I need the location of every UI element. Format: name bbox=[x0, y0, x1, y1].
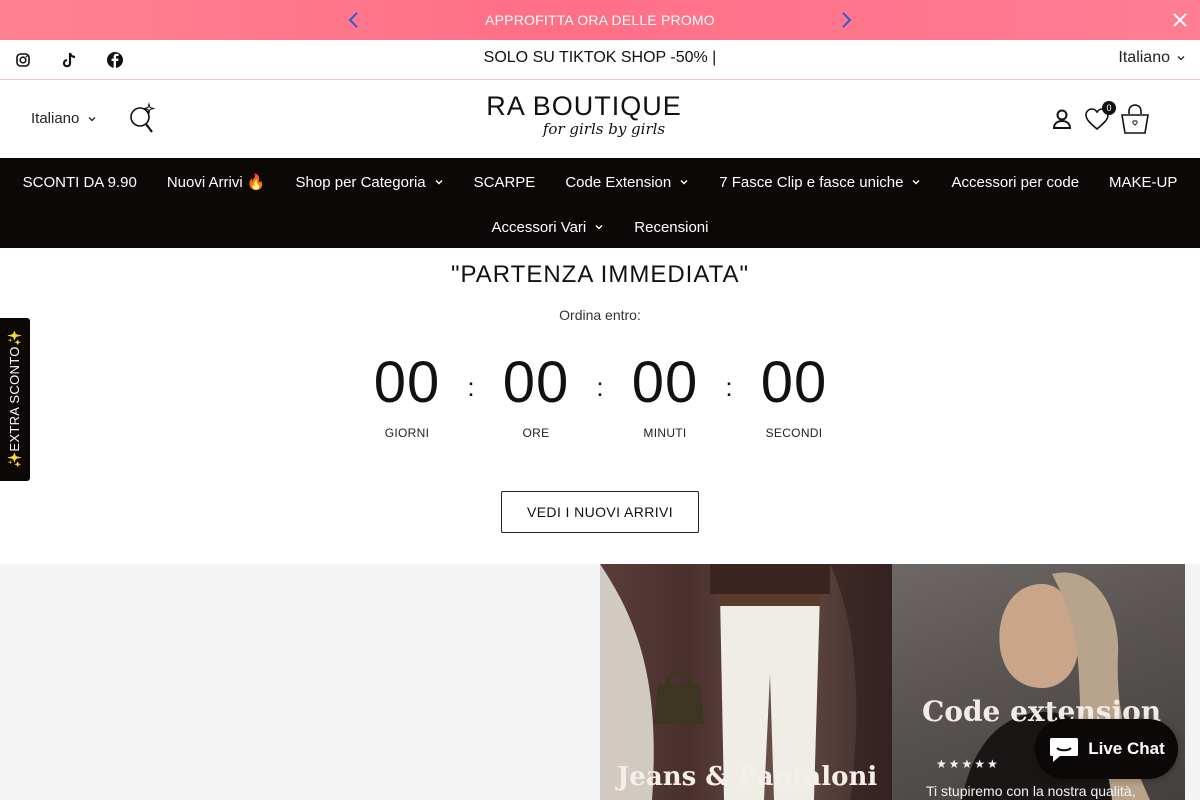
chevron-down-icon bbox=[595, 225, 603, 230]
nav-item-label: 7 Fasce Clip e fasce uniche bbox=[719, 173, 904, 191]
brand-logo[interactable]: RA BOUTIQUE for girls by girls bbox=[478, 92, 690, 148]
countdown-separator: : bbox=[467, 372, 475, 402]
nav-item-label: SCARPE bbox=[473, 173, 536, 191]
language-label: Italiano bbox=[31, 110, 80, 127]
nav-item-label: Shop per Categoria bbox=[295, 173, 426, 191]
countdown-days-value: 00 bbox=[373, 350, 441, 415]
wishlist-count-badge: 0 bbox=[1102, 101, 1116, 115]
chat-bubble-icon bbox=[1050, 738, 1079, 762]
announcement-bar: SOLO SU TIKTOK SHOP -50% | Italiano bbox=[0, 40, 1200, 80]
page-edge bbox=[1185, 564, 1200, 800]
language-label: Italiano bbox=[1118, 49, 1170, 66]
chevron-down-icon bbox=[435, 180, 443, 185]
nav-item-code-extension[interactable]: Code Extension bbox=[565, 174, 689, 191]
promo-prev-button[interactable] bbox=[344, 10, 364, 30]
tiktok-shop-announcement[interactable]: SOLO SU TIKTOK SHOP -50% | bbox=[0, 49, 1200, 67]
banner-placeholder bbox=[0, 564, 600, 800]
live-chat-button[interactable]: Live Chat bbox=[1035, 719, 1178, 779]
countdown-separator: : bbox=[725, 372, 733, 402]
nav-item-fasce-clip[interactable]: 7 Fasce Clip e fasce uniche bbox=[719, 174, 921, 191]
cart-button[interactable] bbox=[1119, 102, 1151, 136]
shopping-bag-icon bbox=[1121, 104, 1149, 134]
close-icon bbox=[1173, 13, 1187, 27]
nav-item-label: Nuovi Arrivi 🔥 bbox=[166, 174, 266, 191]
search-icon bbox=[130, 102, 156, 133]
countdown-days-label: GIORNI bbox=[384, 426, 430, 440]
nav-item-label: Recensioni bbox=[634, 218, 709, 236]
search-button[interactable] bbox=[128, 102, 158, 136]
logo-tagline: for girls by girls bbox=[542, 120, 666, 138]
countdown-subtitle: Ordina entro: bbox=[559, 307, 641, 323]
nav-item-label: Accessori Vari bbox=[491, 218, 587, 236]
chevron-down-icon bbox=[88, 116, 96, 121]
chevron-down-icon bbox=[912, 180, 920, 185]
chevron-down-icon bbox=[680, 180, 688, 185]
countdown-separator: : bbox=[596, 372, 604, 402]
promo-next-button[interactable] bbox=[836, 10, 856, 30]
chevron-down-icon bbox=[1177, 56, 1185, 61]
extra-discount-label: ✨EXTRA SCONTO✨ bbox=[7, 329, 22, 469]
rating-stars: ★★★★★ bbox=[936, 757, 1000, 771]
countdown-seconds-value: 00 bbox=[760, 350, 828, 415]
nav-item-accessori-vari[interactable]: Accessori Vari bbox=[492, 219, 605, 236]
countdown-minutes-value: 00 bbox=[631, 350, 699, 415]
countdown-minutes-label: MINUTI bbox=[643, 426, 687, 440]
view-new-arrivals-button[interactable]: VEDI I NUOVI ARRIVI bbox=[501, 491, 699, 533]
nav-item-label: Code Extension bbox=[565, 173, 672, 191]
nav-item-shop-per-categoria[interactable]: Shop per Categoria bbox=[296, 174, 444, 191]
countdown-hours-value: 00 bbox=[502, 350, 570, 415]
logo-wordmark: RA BOUTIQUE bbox=[486, 91, 682, 121]
chevron-left-icon bbox=[348, 12, 358, 28]
countdown-seconds-label: SECONDI bbox=[765, 426, 823, 440]
nav-item-make-up[interactable]: MAKE-UP bbox=[1109, 174, 1177, 191]
jeans-banner[interactable]: Jeans & Pantaloni bbox=[600, 564, 892, 800]
account-button[interactable] bbox=[1050, 107, 1074, 131]
live-chat-label: Live Chat bbox=[1088, 739, 1165, 758]
promo-text[interactable]: APPROFITTA ORA DELLE PROMO bbox=[485, 12, 715, 28]
promo-close-button[interactable] bbox=[1170, 10, 1190, 30]
nav-row-primary: SCONTI DA 9.90 Nuovi Arrivi 🔥 Shop per C… bbox=[0, 170, 1200, 194]
nav-item-label: Accessori per code bbox=[951, 173, 1080, 191]
jeans-banner-title: Jeans & Pantaloni bbox=[617, 762, 878, 792]
site-header: Italiano RA BOUTIQUE for girls by girls … bbox=[0, 80, 1200, 158]
promo-bar: APPROFITTA ORA DELLE PROMO bbox=[0, 0, 1200, 40]
user-icon bbox=[1052, 109, 1072, 129]
countdown-title: "PARTENZA IMMEDIATA" bbox=[451, 261, 749, 288]
code-extension-banner-description: Ti stupiremo con la nostra qualità, bbox=[926, 783, 1136, 799]
nav-row-secondary: Accessori Vari Recensioni bbox=[0, 215, 1200, 239]
language-selector-top[interactable]: Italiano bbox=[1118, 49, 1186, 67]
nav-item-label: MAKE-UP bbox=[1109, 173, 1178, 191]
nav-item-sconti[interactable]: SCONTI DA 9.90 bbox=[23, 174, 137, 191]
nav-item-accessori-per-code[interactable]: Accessori per code bbox=[951, 174, 1079, 191]
nav-item-label: SCONTI DA 9.90 bbox=[22, 173, 137, 191]
language-selector-header[interactable]: Italiano bbox=[31, 110, 97, 127]
extra-discount-tab[interactable]: ✨EXTRA SCONTO✨ bbox=[0, 318, 30, 481]
nav-item-nuovi-arrivi[interactable]: Nuovi Arrivi 🔥 bbox=[167, 173, 266, 191]
countdown-hours-label: ORE bbox=[522, 426, 550, 440]
chevron-right-icon bbox=[842, 12, 852, 28]
nav-item-scarpe[interactable]: SCARPE bbox=[474, 174, 536, 191]
nav-item-recensioni[interactable]: Recensioni bbox=[634, 219, 708, 236]
main-navigation: SCONTI DA 9.90 Nuovi Arrivi 🔥 Shop per C… bbox=[0, 158, 1200, 248]
